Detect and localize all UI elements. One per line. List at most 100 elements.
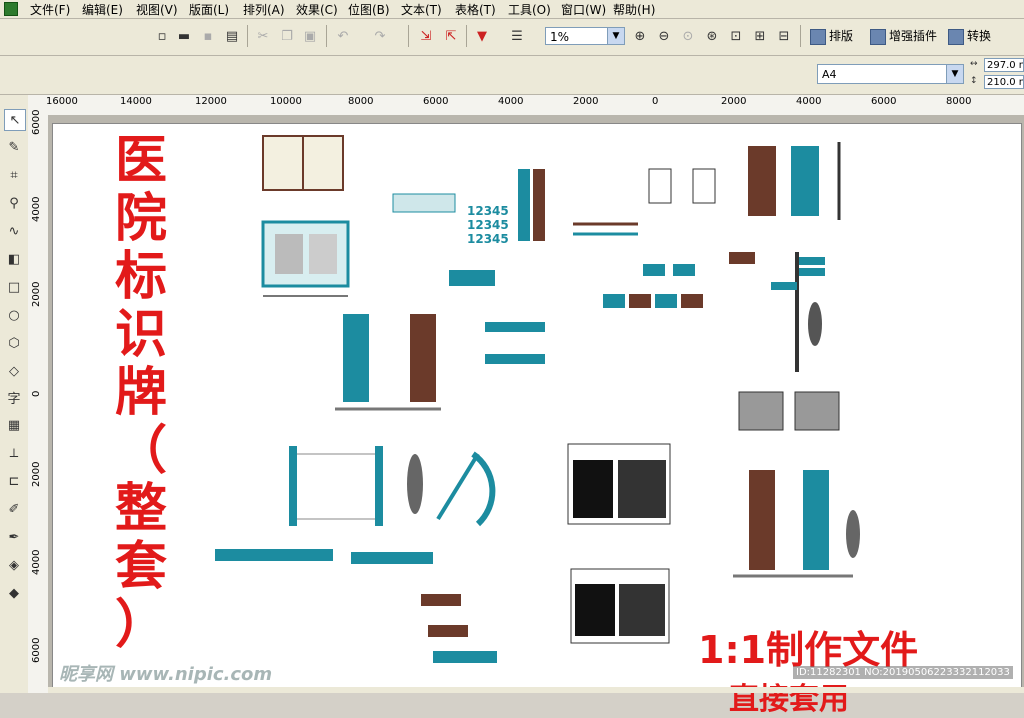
menu-effects[interactable]: 效果(C): [296, 1, 338, 18]
print-icon[interactable]: ▤: [222, 26, 242, 46]
ruler-label: 4000: [796, 96, 822, 107]
zoom-width-icon[interactable]: ⊞: [750, 26, 770, 46]
connector-tool-icon[interactable]: ⊏: [4, 471, 24, 491]
freehand-tool-icon[interactable]: ∿: [4, 221, 24, 241]
page-tabs[interactable]: [48, 687, 1024, 693]
menu-file[interactable]: 文件(F): [30, 1, 70, 18]
paste-icon[interactable]: ▣: [300, 26, 320, 46]
page-height-icon: ↕: [970, 76, 978, 86]
save-icon[interactable]: ▪: [198, 26, 218, 46]
chevron-down-icon: ▼: [607, 28, 624, 44]
pick-tool-icon[interactable]: ↖: [4, 109, 26, 131]
menu-edit[interactable]: 编辑(E): [82, 1, 123, 18]
zoom-in-icon[interactable]: ⊕: [630, 26, 650, 46]
page-width-input[interactable]: 297.0 mm: [984, 58, 1024, 72]
ruler-label: 16000: [46, 96, 78, 107]
zoom-tool-icon[interactable]: ⚲: [4, 193, 24, 213]
cut-icon[interactable]: ✂: [253, 26, 273, 46]
ruler-label: 4000: [498, 96, 524, 107]
toolbar-separator: [326, 25, 327, 47]
toolbox: ↖ ✎ ⌗ ⚲ ∿ ◧ □ ○ ⬡ ◇ 字 ▦ ⟂ ⊏ ✐ ✒ ◈ ◆: [0, 95, 29, 693]
ruler-label: 4000: [31, 549, 42, 575]
menu-layout[interactable]: 版面(L): [189, 1, 229, 18]
zoom-all-objects-icon[interactable]: ⊛: [702, 26, 722, 46]
redo-icon[interactable]: ↷: [370, 26, 390, 46]
floor-number: 12345: [467, 218, 509, 232]
chevron-down-icon: ▼: [946, 65, 963, 83]
footer-subline: 直接套用: [729, 682, 849, 717]
crop-tool-icon[interactable]: ⌗: [4, 165, 24, 185]
ruler-label: 2000: [31, 461, 42, 487]
plugin-icon: [870, 28, 886, 45]
undo-icon[interactable]: ↶: [333, 26, 353, 46]
interactive-fill-icon[interactable]: ◆: [4, 583, 24, 603]
polygon-tool-icon[interactable]: ⬡: [4, 333, 24, 353]
ruler-label: 0: [31, 390, 42, 397]
zoom-out-icon[interactable]: ⊖: [654, 26, 674, 46]
ruler-label: 8000: [946, 96, 972, 107]
ruler-label: 8000: [348, 96, 374, 107]
property-bar: A4 ▼ ↔ 297.0 mm ↕ 210.0 mm: [0, 56, 1024, 95]
menu-text[interactable]: 文本(T): [401, 1, 442, 18]
ruler-label: 14000: [120, 96, 152, 107]
floor-number-samples: 12345 12345 12345: [467, 204, 509, 246]
menu-bar: 文件(F) 编辑(E) 视图(V) 版面(L) 排列(A) 效果(C) 位图(B…: [0, 0, 1024, 19]
menu-view[interactable]: 视图(V): [136, 1, 178, 18]
ruler-label: 10000: [270, 96, 302, 107]
import-icon[interactable]: ⇲: [416, 26, 436, 46]
ellipse-tool-icon[interactable]: ○: [4, 305, 24, 325]
ruler-label: 6000: [871, 96, 897, 107]
drawing-canvas[interactable]: 医 院 标 识 牌 （ 整 套 ） 12345 12345 12345 1:1制…: [48, 115, 1024, 717]
ruler-label: 2000: [573, 96, 599, 107]
page[interactable]: 医 院 标 识 牌 （ 整 套 ） 12345 12345 12345 1:1制…: [52, 123, 1022, 717]
layout-icon: [810, 28, 826, 45]
menu-arrange[interactable]: 排列(A): [243, 1, 285, 18]
layout-label: 排版: [829, 29, 854, 43]
zoom-level-select[interactable]: 1% ▼: [545, 27, 625, 45]
page-height-input[interactable]: 210.0 mm: [984, 75, 1024, 89]
parallel-dimension-icon[interactable]: ⟂: [4, 443, 24, 463]
menu-window[interactable]: 窗口(W): [561, 1, 606, 18]
toolbar-separator: [408, 25, 409, 47]
menu-bitmaps[interactable]: 位图(B): [348, 1, 390, 18]
plugin-button[interactable]: 增强插件: [870, 25, 937, 47]
zoom-height-icon[interactable]: ⊟: [774, 26, 794, 46]
fill-tool-icon[interactable]: ◈: [4, 555, 24, 575]
zoom-level-value: 1%: [550, 30, 570, 44]
ruler-label: 12000: [195, 96, 227, 107]
image-id: ID:11282301 NO:20190506223332112033: [793, 666, 1013, 679]
horizontal-ruler[interactable]: 16000 14000 12000 10000 8000 6000 4000 2…: [28, 95, 1024, 116]
outline-tool-icon[interactable]: ✒: [4, 527, 24, 547]
ruler-label: 2000: [721, 96, 747, 107]
application-launcher-icon[interactable]: ▼: [472, 26, 492, 46]
menu-tools[interactable]: 工具(O): [508, 1, 551, 18]
menu-table[interactable]: 表格(T): [455, 1, 496, 18]
floor-number: 12345: [467, 232, 509, 246]
copy-icon[interactable]: ❐: [277, 26, 297, 46]
floor-number: 12345: [467, 204, 509, 218]
shape-tool-icon[interactable]: ✎: [4, 137, 24, 157]
table-tool-icon[interactable]: ▦: [4, 415, 24, 435]
layout-button[interactable]: 排版: [810, 25, 853, 47]
watermark: 昵享网 www.nipic.com: [59, 664, 273, 685]
toolbar-separator: [247, 25, 248, 47]
zoom-page-icon[interactable]: ⊡: [726, 26, 746, 46]
menu-help[interactable]: 帮助(H): [613, 1, 655, 18]
eyedropper-tool-icon[interactable]: ✐: [4, 499, 24, 519]
vertical-ruler[interactable]: 6000 4000 2000 0 2000 4000 6000: [28, 110, 49, 693]
convert-icon: [948, 28, 964, 45]
convert-button[interactable]: 转换: [948, 25, 991, 47]
export-icon[interactable]: ⇱: [441, 26, 461, 46]
toolbar-separator: [800, 25, 801, 47]
app-icon: [4, 2, 18, 16]
smart-fill-icon[interactable]: ◧: [4, 249, 24, 269]
welcome-screen-icon[interactable]: ☰: [507, 26, 527, 46]
zoom-selected-icon[interactable]: ⊙: [678, 26, 698, 46]
new-document-icon[interactable]: ▫: [152, 26, 172, 46]
open-folder-icon[interactable]: ▬: [174, 26, 194, 46]
rectangle-tool-icon[interactable]: □: [4, 277, 24, 297]
basic-shapes-icon[interactable]: ◇: [4, 361, 24, 381]
toolbar-separator: [466, 25, 467, 47]
page-size-select[interactable]: A4 ▼: [817, 64, 964, 84]
text-tool-icon[interactable]: 字: [4, 387, 24, 407]
